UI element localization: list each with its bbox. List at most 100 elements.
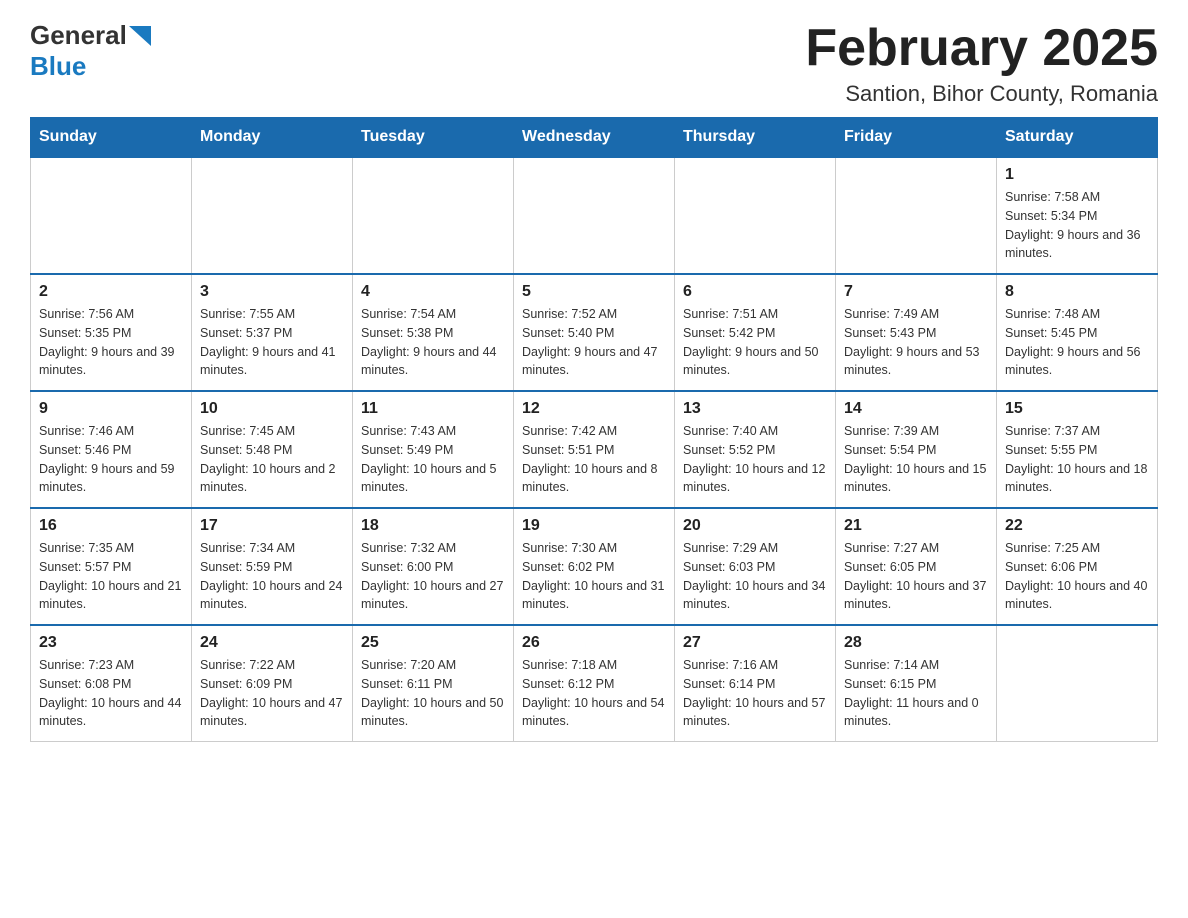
calendar-cell [997,625,1158,742]
day-info: Sunrise: 7:18 AMSunset: 6:12 PMDaylight:… [522,656,666,731]
day-number: 14 [844,400,988,418]
calendar-week-2: 2 Sunrise: 7:56 AMSunset: 5:35 PMDaylight… [31,274,1158,391]
calendar-cell: 1 Sunrise: 7:58 AMSunset: 5:34 PMDaylight… [997,157,1158,274]
title-area: February 2025 Santion, Bihor County, Rom… [805,20,1158,107]
location-title: Santion, Bihor County, Romania [805,81,1158,107]
day-number: 2 [39,283,183,301]
day-info: Sunrise: 7:25 AMSunset: 6:06 PMDaylight:… [1005,539,1149,614]
day-number: 26 [522,634,666,652]
calendar-header-monday: Monday [192,118,353,158]
day-info: Sunrise: 7:40 AMSunset: 5:52 PMDaylight:… [683,422,827,497]
calendar-week-3: 9Sunrise: 7:46 AMSunset: 5:46 PMDaylight… [31,391,1158,508]
day-info: Sunrise: 7:55 AMSunset: 5:37 PMDaylight:… [200,305,344,380]
calendar-cell: 27 Sunrise: 7:16 AMSunset: 6:14 PMDayligh… [675,625,836,742]
logo: General Blue [30,20,151,82]
day-number: 15 [1005,400,1149,418]
day-number: 17 [200,517,344,535]
day-info: Sunrise: 7:16 AMSunset: 6:14 PMDaylight:… [683,656,827,731]
day-info: Sunrise: 7:56 AMSunset: 5:35 PMDaylight:… [39,305,183,380]
day-number: 13 [683,400,827,418]
calendar-header-saturday: Saturday [997,118,1158,158]
calendar: SundayMondayTuesdayWednesdayThursdayFrid… [30,117,1158,742]
day-number: 1 [1005,166,1149,184]
day-info: Sunrise: 7:32 AMSunset: 6:00 PMDaylight:… [361,539,505,614]
day-info: Sunrise: 7:39 AMSunset: 5:54 PMDaylight:… [844,422,988,497]
day-number: 23 [39,634,183,652]
day-number: 3 [200,283,344,301]
calendar-cell: 2 Sunrise: 7:56 AMSunset: 5:35 PMDaylight… [31,274,192,391]
calendar-cell: 22 Sunrise: 7:25 AMSunset: 6:06 PMDayligh… [997,508,1158,625]
day-number: 22 [1005,517,1149,535]
calendar-cell: 4 Sunrise: 7:54 AMSunset: 5:38 PMDaylight… [353,274,514,391]
day-info: Sunrise: 7:43 AMSunset: 5:49 PMDaylight:… [361,422,505,497]
day-number: 24 [200,634,344,652]
day-info: Sunrise: 7:52 AMSunset: 5:40 PMDaylight:… [522,305,666,380]
day-info: Sunrise: 7:29 AMSunset: 6:03 PMDaylight:… [683,539,827,614]
calendar-cell: 15 Sunrise: 7:37 AMSunset: 5:55 PMDayligh… [997,391,1158,508]
day-number: 16 [39,517,183,535]
logo-general-text: General [30,20,127,51]
day-info: Sunrise: 7:49 AMSunset: 5:43 PMDaylight:… [844,305,988,380]
calendar-cell [353,157,514,274]
day-info: Sunrise: 7:37 AMSunset: 5:55 PMDaylight:… [1005,422,1149,497]
calendar-cell [31,157,192,274]
day-number: 6 [683,283,827,301]
logo-blue-text: Blue [30,51,86,82]
day-number: 12 [522,400,666,418]
calendar-cell: 9Sunrise: 7:46 AMSunset: 5:46 PMDaylight… [31,391,192,508]
calendar-cell: 25 Sunrise: 7:20 AMSunset: 6:11 PMDayligh… [353,625,514,742]
day-number: 11 [361,400,505,418]
day-info: Sunrise: 7:51 AMSunset: 5:42 PMDaylight:… [683,305,827,380]
day-number: 28 [844,634,988,652]
calendar-cell [836,157,997,274]
calendar-cell: 14 Sunrise: 7:39 AMSunset: 5:54 PMDayligh… [836,391,997,508]
day-info: Sunrise: 7:22 AMSunset: 6:09 PMDaylight:… [200,656,344,731]
calendar-week-4: 16Sunrise: 7:35 AMSunset: 5:57 PMDayligh… [31,508,1158,625]
calendar-header-sunday: Sunday [31,118,192,158]
calendar-cell: 23Sunrise: 7:23 AMSunset: 6:08 PMDayligh… [31,625,192,742]
day-info: Sunrise: 7:45 AMSunset: 5:48 PMDaylight:… [200,422,344,497]
day-number: 8 [1005,283,1149,301]
calendar-cell: 21Sunrise: 7:27 AMSunset: 6:05 PMDayligh… [836,508,997,625]
day-number: 19 [522,517,666,535]
calendar-cell: 3 Sunrise: 7:55 AMSunset: 5:37 PMDaylight… [192,274,353,391]
day-info: Sunrise: 7:48 AMSunset: 5:45 PMDaylight:… [1005,305,1149,380]
day-number: 20 [683,517,827,535]
calendar-cell [192,157,353,274]
header: General Blue February 2025 Santion, Biho… [30,20,1158,107]
calendar-cell [675,157,836,274]
calendar-cell: 24 Sunrise: 7:22 AMSunset: 6:09 PMDayligh… [192,625,353,742]
calendar-cell: 20 Sunrise: 7:29 AMSunset: 6:03 PMDayligh… [675,508,836,625]
day-info: Sunrise: 7:20 AMSunset: 6:11 PMDaylight:… [361,656,505,731]
day-number: 5 [522,283,666,301]
calendar-cell: 12 Sunrise: 7:42 AMSunset: 5:51 PMDayligh… [514,391,675,508]
calendar-week-5: 23Sunrise: 7:23 AMSunset: 6:08 PMDayligh… [31,625,1158,742]
calendar-header-row: SundayMondayTuesdayWednesdayThursdayFrid… [31,118,1158,158]
logo-triangle-icon [129,26,151,46]
day-number: 27 [683,634,827,652]
calendar-header-tuesday: Tuesday [353,118,514,158]
day-number: 25 [361,634,505,652]
calendar-cell: 10Sunrise: 7:45 AMSunset: 5:48 PMDayligh… [192,391,353,508]
day-number: 7 [844,283,988,301]
day-info: Sunrise: 7:27 AMSunset: 6:05 PMDaylight:… [844,539,988,614]
calendar-cell [514,157,675,274]
calendar-week-1: 1 Sunrise: 7:58 AMSunset: 5:34 PMDaylight… [31,157,1158,274]
calendar-header-friday: Friday [836,118,997,158]
calendar-cell: 5 Sunrise: 7:52 AMSunset: 5:40 PMDaylight… [514,274,675,391]
calendar-cell: 28 Sunrise: 7:14 AMSunset: 6:15 PMDayligh… [836,625,997,742]
day-info: Sunrise: 7:54 AMSunset: 5:38 PMDaylight:… [361,305,505,380]
day-info: Sunrise: 7:14 AMSunset: 6:15 PMDaylight:… [844,656,988,731]
calendar-cell: 7 Sunrise: 7:49 AMSunset: 5:43 PMDaylight… [836,274,997,391]
calendar-cell: 26 Sunrise: 7:18 AMSunset: 6:12 PMDayligh… [514,625,675,742]
calendar-header-thursday: Thursday [675,118,836,158]
day-info: Sunrise: 7:58 AMSunset: 5:34 PMDaylight:… [1005,188,1149,263]
calendar-header-wednesday: Wednesday [514,118,675,158]
day-info: Sunrise: 7:30 AMSunset: 6:02 PMDaylight:… [522,539,666,614]
day-info: Sunrise: 7:42 AMSunset: 5:51 PMDaylight:… [522,422,666,497]
calendar-cell: 19 Sunrise: 7:30 AMSunset: 6:02 PMDayligh… [514,508,675,625]
day-number: 4 [361,283,505,301]
calendar-cell: 16Sunrise: 7:35 AMSunset: 5:57 PMDayligh… [31,508,192,625]
month-title: February 2025 [805,20,1158,77]
day-info: Sunrise: 7:46 AMSunset: 5:46 PMDaylight:… [39,422,183,497]
